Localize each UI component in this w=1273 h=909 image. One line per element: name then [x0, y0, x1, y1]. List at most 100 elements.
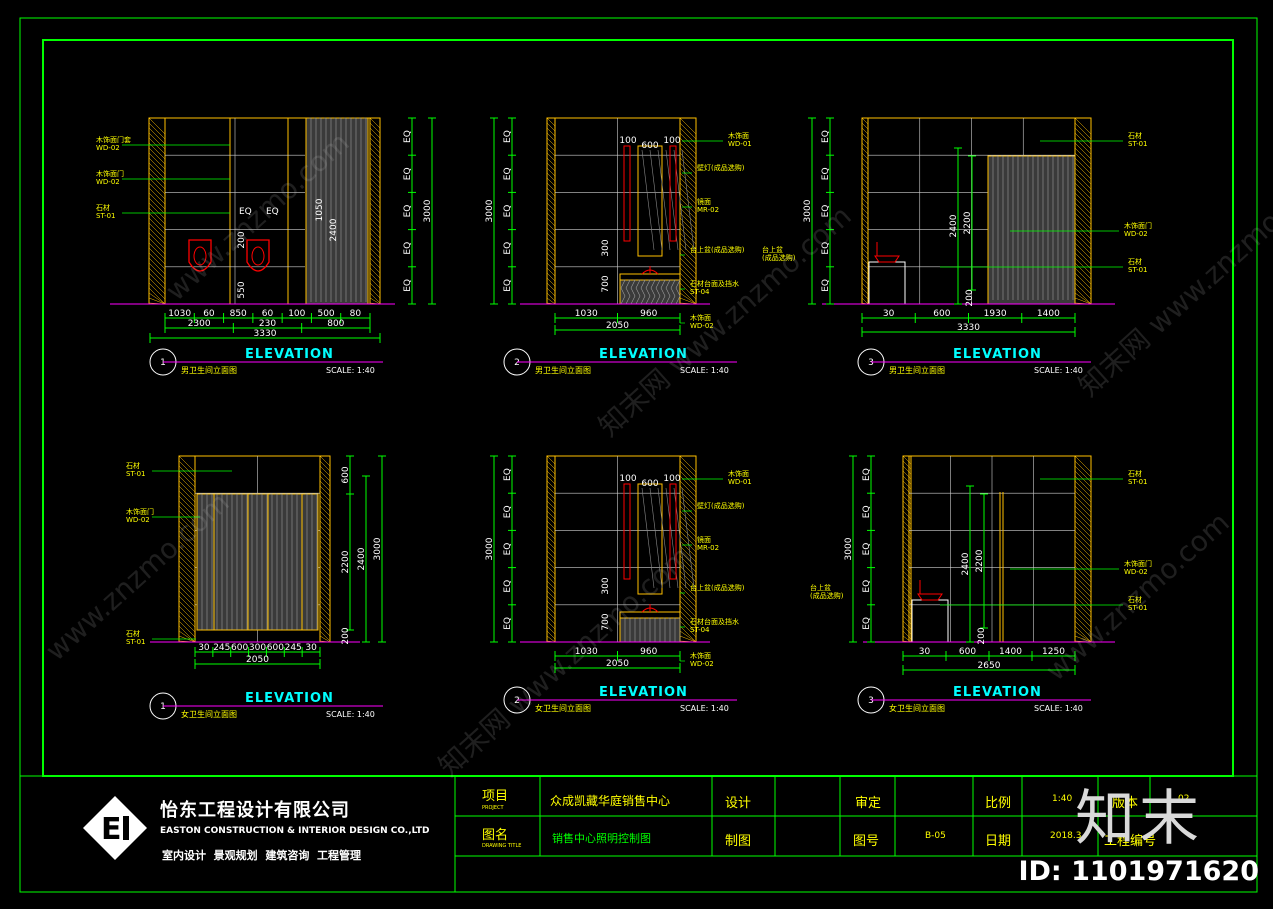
wall-hatch — [319, 540, 331, 552]
wall-hatch — [679, 590, 697, 608]
wall-hatch — [546, 585, 556, 595]
wall-hatch — [178, 625, 196, 643]
wall-hatch — [546, 257, 556, 267]
material-label: 台上盆 — [810, 583, 831, 592]
wall-hatch — [1074, 600, 1092, 618]
wall-section — [902, 455, 912, 643]
sheet-label: 图号 — [853, 834, 880, 849]
view-title: ELEVATION — [245, 347, 334, 362]
wall-hatch — [178, 475, 196, 493]
material-code: ST-01 — [96, 212, 116, 220]
wall-hatch — [861, 157, 869, 165]
wall-hatch — [679, 157, 697, 175]
vanity-cabinet — [868, 261, 906, 305]
wall-hatch — [369, 152, 381, 164]
wall-hatch — [319, 565, 331, 577]
wood-panel — [987, 155, 1076, 305]
dim-text: 100 — [619, 474, 636, 484]
dim-text: 80 — [350, 309, 362, 319]
dim-text: EQ — [503, 130, 513, 143]
wall-hatch — [546, 172, 556, 182]
wall-hatch — [1074, 177, 1092, 195]
wall-hatch — [902, 475, 912, 485]
wall-hatch — [1074, 455, 1092, 473]
dim-text: EQ — [403, 279, 413, 292]
wall-hatch — [148, 182, 166, 200]
material-label: 石材 — [1128, 469, 1142, 478]
wall-hatch — [319, 545, 331, 557]
wall-hatch — [546, 197, 556, 207]
wall-hatch — [902, 515, 912, 525]
wall-hatch — [902, 615, 912, 625]
wall-hatch — [319, 570, 331, 582]
dim-text: 60 — [203, 309, 215, 319]
dim-text: 1930 — [984, 309, 1007, 319]
mirror-hatch — [657, 149, 671, 251]
wall-hatch — [546, 590, 556, 600]
wall-hatch — [546, 485, 556, 495]
wall-hatch — [148, 187, 166, 205]
wall-hatch — [148, 192, 166, 210]
wall-hatch — [902, 625, 912, 635]
dim-text: 30 — [919, 647, 931, 657]
dim-text: EQ — [503, 617, 513, 630]
wall-hatch — [1074, 580, 1092, 598]
wall-hatch — [546, 495, 556, 505]
dim-text: 200 — [341, 627, 351, 644]
wall-hatch — [546, 247, 556, 257]
wall-hatch — [546, 575, 556, 585]
wall-hatch — [861, 167, 869, 175]
wall-hatch — [861, 277, 869, 285]
view-number: 3 — [868, 696, 874, 706]
wall-hatch — [319, 590, 331, 602]
wall-hatch — [546, 137, 556, 147]
wall-hatch — [148, 177, 166, 195]
wall-hatch — [546, 167, 556, 177]
wall-hatch — [369, 127, 381, 139]
dim-text: EQ — [862, 505, 872, 518]
material-code: (成品选购) — [810, 591, 844, 600]
dim-text: 200 — [965, 289, 975, 306]
company-logo: E — [83, 796, 147, 860]
wall-hatch — [148, 212, 166, 230]
wall-hatch — [679, 510, 697, 528]
wall-hatch — [319, 580, 331, 592]
wall-hatch — [546, 605, 556, 615]
wall-hatch — [1074, 217, 1092, 235]
wall-hatch — [902, 460, 912, 470]
wall-hatch — [861, 227, 869, 235]
stone-counter — [619, 273, 681, 281]
wall-hatch — [546, 237, 556, 247]
wall-hatch — [148, 237, 166, 255]
dim-text: 600 — [641, 479, 658, 489]
wall-hatch — [178, 455, 196, 473]
wall-hatch — [861, 202, 869, 210]
wall-hatch — [679, 202, 697, 220]
view-number: 3 — [868, 358, 874, 368]
wall-hatch — [861, 207, 869, 215]
wall-hatch — [1074, 262, 1092, 280]
wall-hatch — [1074, 272, 1092, 290]
dim-text: 30 — [198, 643, 210, 653]
wall-hatch — [1074, 530, 1092, 548]
date-label: 日期 — [985, 834, 1012, 849]
wall-hatch — [1074, 237, 1092, 255]
wall-hatch — [148, 287, 166, 305]
wall-hatch — [1074, 515, 1092, 533]
material-label: 木饰面 — [690, 651, 711, 660]
wood-panel — [619, 279, 681, 305]
company-name-cn: 怡东工程设计有限公司 — [160, 800, 350, 821]
wall-hatch — [861, 242, 869, 250]
dim-text: EQ — [503, 242, 513, 255]
wall-hatch — [148, 152, 166, 170]
wall-hatch — [546, 570, 556, 580]
dim-text: 2400 — [329, 218, 339, 241]
wall-hatch — [546, 530, 556, 540]
wall-hatch — [679, 485, 697, 503]
wall-hatch — [546, 615, 556, 625]
wall-hatch — [546, 277, 556, 287]
company-name-en: EASTON CONSTRUCTION & INTERIOR DESIGN CO… — [160, 826, 430, 836]
mirror-hatch — [641, 149, 655, 251]
wall-hatch — [178, 460, 196, 478]
wall-hatch — [319, 610, 331, 622]
